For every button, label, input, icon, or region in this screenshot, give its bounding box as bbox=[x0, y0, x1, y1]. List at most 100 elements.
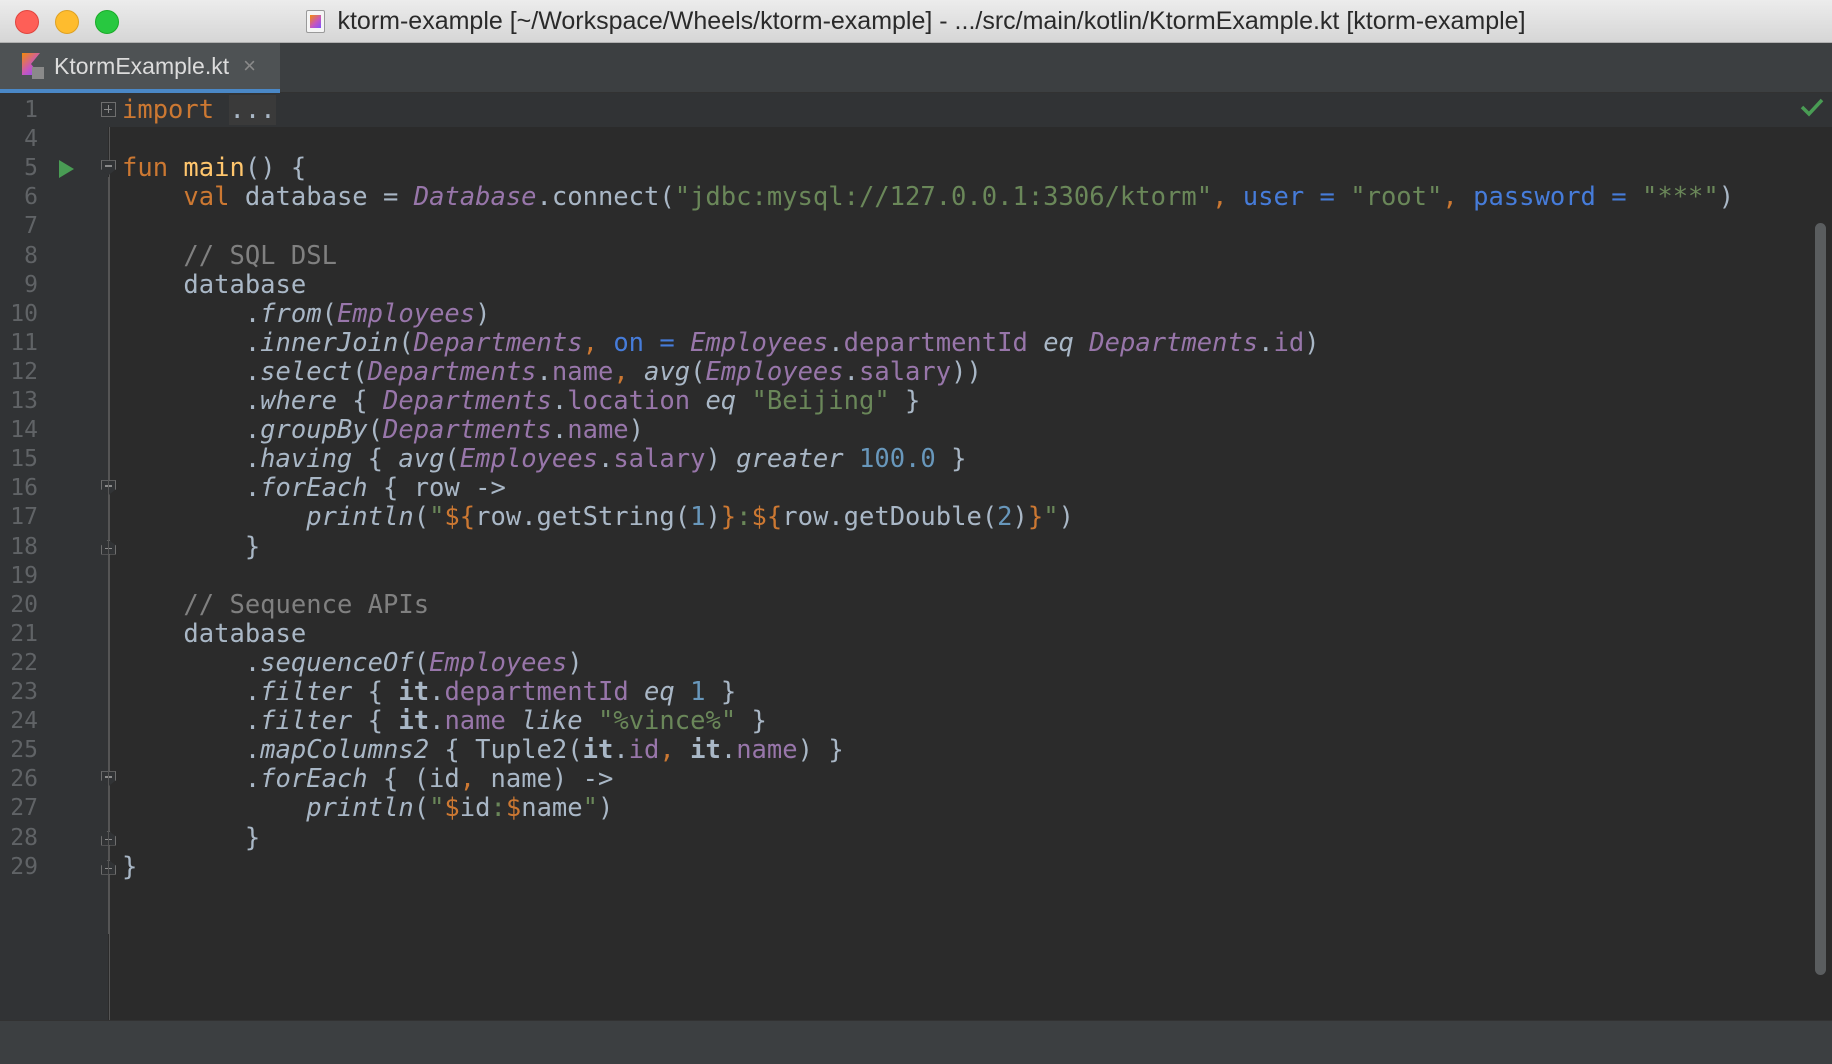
code-token: } bbox=[705, 677, 737, 707]
code-token: // Sequence APIs bbox=[183, 589, 430, 620]
code-token: ( bbox=[444, 444, 460, 475]
code-token: } bbox=[736, 706, 767, 737]
code-token: Departments bbox=[413, 327, 583, 358]
code-token: like bbox=[521, 706, 583, 737]
code-token: ( bbox=[398, 327, 414, 358]
code-token: "%vince%" bbox=[598, 706, 737, 737]
code-token: name bbox=[736, 735, 798, 766]
code-token: } bbox=[720, 502, 737, 533]
code-token: fun bbox=[122, 153, 169, 184]
code-token: name bbox=[567, 415, 629, 446]
vertical-scrollbar[interactable] bbox=[1815, 223, 1826, 975]
code-token: . bbox=[429, 706, 445, 737]
code-token: Departments bbox=[383, 415, 552, 446]
code-token: id bbox=[1273, 327, 1305, 358]
code-token: ) bbox=[705, 444, 737, 475]
code-token: name bbox=[521, 793, 583, 824]
code-token: departmentId bbox=[444, 677, 629, 707]
tab-label: KtormExample.kt bbox=[54, 52, 230, 79]
code-token: eq bbox=[1043, 327, 1074, 358]
code-token: $ bbox=[505, 793, 522, 824]
code-token: database = bbox=[229, 182, 414, 213]
code-token: forEach bbox=[260, 473, 368, 504]
code-token: ... bbox=[229, 95, 276, 125]
code-token: id bbox=[628, 735, 660, 766]
code-token: . bbox=[613, 735, 629, 766]
code-token: avg bbox=[398, 444, 445, 475]
code-token: println bbox=[306, 502, 414, 533]
code-token: Database bbox=[413, 182, 537, 213]
code-token: Departments bbox=[367, 356, 537, 387]
code-token: , bbox=[582, 327, 614, 358]
code-token: . bbox=[122, 298, 261, 329]
code-token: ) bbox=[1718, 182, 1735, 213]
code-token: "root" bbox=[1350, 182, 1443, 213]
title-bar[interactable]: ktorm-example [~/Workspace/Wheels/ktorm-… bbox=[0, 0, 1832, 43]
code-token: " bbox=[1043, 502, 1059, 533]
code-token: id bbox=[459, 793, 491, 824]
code-token: password = bbox=[1473, 182, 1642, 213]
code-token: filter bbox=[260, 706, 353, 737]
code-editor[interactable]: 1 import ... 4 5 fun main() {6 val database … bbox=[0, 93, 1832, 1020]
code-token: . bbox=[429, 677, 445, 707]
kotlin-file-icon bbox=[22, 53, 44, 79]
code-token: { bbox=[352, 706, 399, 737]
code-token: name) -> bbox=[490, 764, 614, 795]
code-token: ${ bbox=[751, 502, 783, 533]
line-number: 29 bbox=[10, 853, 38, 880]
code-token: ( bbox=[690, 356, 706, 387]
code-token: where bbox=[260, 386, 337, 416]
editor-tab-active[interactable]: KtormExample.kt × bbox=[0, 43, 280, 93]
code-token: { bbox=[352, 677, 399, 707]
code-token: groupBy bbox=[260, 415, 368, 446]
code-token: 1 bbox=[690, 502, 706, 533]
code-token: () { bbox=[244, 153, 307, 184]
code-token: ) bbox=[1304, 327, 1320, 358]
code-token: { bbox=[352, 444, 399, 475]
code-token: name bbox=[551, 356, 614, 387]
code-line[interactable]: 29} bbox=[0, 850, 1832, 884]
code-token: . bbox=[122, 415, 261, 446]
status-bar bbox=[0, 1020, 1832, 1064]
expand-fold-icon[interactable] bbox=[101, 102, 116, 117]
code-token: . bbox=[828, 327, 844, 358]
code-token: on = bbox=[613, 327, 691, 358]
run-gutter-icon[interactable] bbox=[59, 160, 74, 179]
code-token: salary bbox=[613, 444, 706, 475]
code-token: . bbox=[551, 415, 568, 446]
code-token: . bbox=[122, 473, 261, 504]
code-token: "jdbc:mysql://127.0.0.1:3306/ktorm" bbox=[674, 182, 1213, 213]
code-token: Employees bbox=[705, 356, 844, 387]
code-token: )) bbox=[951, 356, 982, 387]
code-token: 1 bbox=[690, 677, 706, 707]
code-token: . bbox=[122, 677, 261, 707]
code-token: : bbox=[490, 793, 506, 824]
code-token: . bbox=[122, 386, 261, 416]
code-token: } bbox=[122, 822, 261, 853]
code-token: ( bbox=[321, 298, 337, 329]
code-text: } bbox=[122, 850, 137, 884]
code-token: Departments bbox=[1089, 327, 1259, 358]
code-token: it bbox=[398, 706, 430, 737]
code-token: name bbox=[444, 706, 506, 737]
code-token: . bbox=[122, 764, 261, 795]
code-token: ) } bbox=[797, 735, 844, 766]
code-area[interactable]: 1 import ... 4 5 fun main() {6 val database … bbox=[0, 93, 1832, 1020]
tab-close-icon[interactable]: × bbox=[243, 53, 256, 79]
code-token: it bbox=[398, 677, 430, 707]
code-token: avg bbox=[644, 356, 691, 387]
collapse-fold-icon[interactable] bbox=[101, 160, 116, 175]
inspection-ok-check-icon[interactable] bbox=[1800, 97, 1824, 117]
code-token: , bbox=[613, 356, 645, 387]
code-token: } bbox=[122, 531, 261, 562]
code-token: , bbox=[1212, 182, 1243, 213]
code-token: having bbox=[260, 444, 353, 475]
